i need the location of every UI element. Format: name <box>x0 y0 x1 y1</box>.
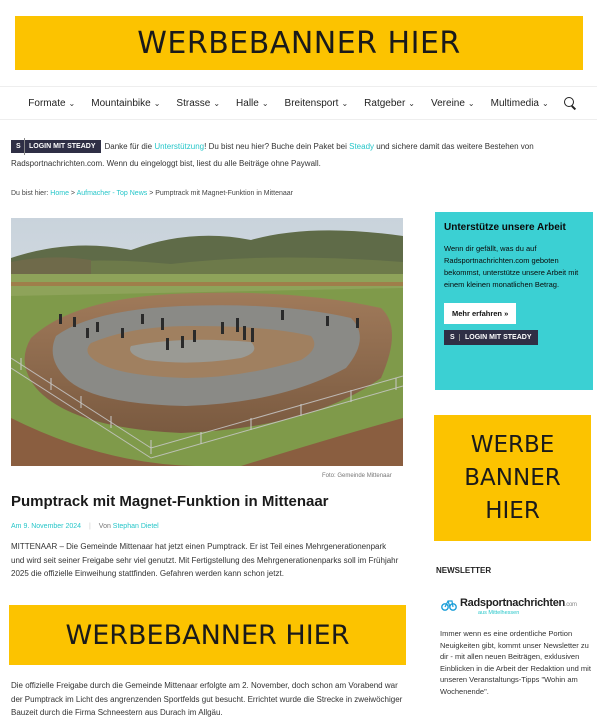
side-ad-banner[interactable]: WERBE BANNER HIER <box>434 415 591 541</box>
nav-label: Halle <box>236 97 259 109</box>
support-widget: Unterstütze unsere Arbeit Wenn dir gefäl… <box>435 212 593 390</box>
top-ad-banner[interactable]: WERBEBANNER HIER <box>15 16 583 70</box>
chevron-down-icon: ⌄ <box>341 98 349 108</box>
steady-login-button[interactable]: S LOGIN MIT STEADY <box>444 330 538 345</box>
logo-subtitle: aus Mittelhessen <box>478 610 520 616</box>
search-icon[interactable] <box>563 96 577 110</box>
article-paragraph: Die offizielle Freigabe durch die Gemein… <box>11 681 403 717</box>
nav-label: Vereine <box>431 97 465 109</box>
chevron-down-icon: ⌄ <box>408 98 415 108</box>
breadcrumb-home-link[interactable]: Home <box>50 190 69 197</box>
support-link[interactable]: Unterstützung <box>154 142 204 151</box>
chevron-down-icon: ⌄ <box>153 98 161 108</box>
steady-button-label: LOGIN MIT STEADY <box>465 334 532 341</box>
article-date[interactable]: Am 9. November 2024 <box>11 523 81 530</box>
side-banner-line: HIER <box>485 497 540 524</box>
nav-label: Breitensport <box>284 97 339 109</box>
nav-item-ratgeber[interactable]: Ratgeber ⌄ <box>364 98 415 109</box>
steady-notice: S LOGIN MIT STEADY Danke für die Unterstüt… <box>11 138 581 172</box>
article-title: Pumptrack mit Magnet-Funktion in Mittena… <box>11 493 329 510</box>
bike-logo-icon <box>441 600 457 611</box>
steady-text: ! Du bist neu hier? Buche dein Paket bei <box>204 142 350 151</box>
breadcrumb-prefix: Du bist hier: <box>11 190 51 197</box>
steady-s-icon: S <box>16 138 25 156</box>
breadcrumb: Du bist hier: Home > Aufmacher - Top New… <box>11 190 293 197</box>
newsletter-heading: NEWSLETTER <box>436 566 492 575</box>
author-link[interactable]: Stephan Dietel <box>113 523 159 530</box>
pumptrack-photo <box>11 218 403 466</box>
chevron-down-icon: ⌄ <box>213 98 221 108</box>
steady-badge-label: LOGIN MIT STEADY <box>29 143 96 151</box>
steady-s-icon: S <box>450 334 460 341</box>
breadcrumb-current: Pumptrack mit Magnet-Funktion in Mittena… <box>155 190 293 197</box>
nav-item-multimedia[interactable]: Multimedia ⌄ <box>491 98 549 109</box>
nav-label: Formate <box>28 97 66 109</box>
article-meta: Am 9. November 2024 | Von Stephan Dietel <box>11 523 159 530</box>
chevron-down-icon: ⌄ <box>68 98 76 108</box>
nav-item-halle[interactable]: Halle ⌄ <box>236 98 269 109</box>
chevron-down-icon: ⌄ <box>261 98 269 108</box>
support-title: Unterstütze unsere Arbeit <box>444 222 566 233</box>
chevron-down-icon: ⌄ <box>541 98 549 108</box>
photo-caption: Foto: Gemeinde Mittenaar <box>322 473 392 479</box>
nav-label: Strasse <box>176 97 211 109</box>
steady-link[interactable]: Steady <box>349 142 374 151</box>
logo-tld: .com <box>564 601 577 608</box>
main-navigation: Formate ⌄ Mountainbike ⌄ Strasse ⌄ Halle ⌄ B… <box>0 86 597 120</box>
support-text: Wenn dir gefällt, was du auf Radsportnac… <box>444 244 579 289</box>
newsletter-text: Immer wenn es eine ordentliche Portion N… <box>440 629 591 696</box>
side-banner-line: BANNER <box>464 464 561 491</box>
nav-item-mountainbike[interactable]: Mountainbike ⌄ <box>91 98 160 109</box>
nav-item-formate[interactable]: Formate ⌄ <box>28 98 75 109</box>
article-paragraph: MITTENAAR – Die Gemeinde Mittenaar hat j… <box>11 542 399 578</box>
nav-label: Multimedia <box>490 97 539 109</box>
meta-divider: | <box>89 523 91 530</box>
article-hero-image <box>11 218 403 466</box>
chevron-down-icon: ⌄ <box>467 98 475 108</box>
author-prefix: Von <box>98 523 113 530</box>
side-banner-line: WERBE <box>470 431 555 458</box>
nav-label: Mountainbike <box>91 97 151 109</box>
mid-ad-banner[interactable]: WERBEBANNER HIER <box>9 605 406 665</box>
nav-label: Ratgeber <box>364 97 406 109</box>
steady-text: Danke für die <box>104 142 155 151</box>
nav-item-vereine[interactable]: Vereine ⌄ <box>431 98 475 109</box>
nav-item-breitensport[interactable]: Breitensport ⌄ <box>285 98 349 109</box>
nav-item-strasse[interactable]: Strasse ⌄ <box>176 98 220 109</box>
breadcrumb-section-link[interactable]: Aufmacher - Top News <box>77 190 148 197</box>
steady-login-badge[interactable]: S LOGIN MIT STEADY <box>11 138 101 156</box>
logo-name: Radsportnachrichten <box>460 596 565 609</box>
more-info-button[interactable]: Mehr erfahren » <box>444 303 517 324</box>
